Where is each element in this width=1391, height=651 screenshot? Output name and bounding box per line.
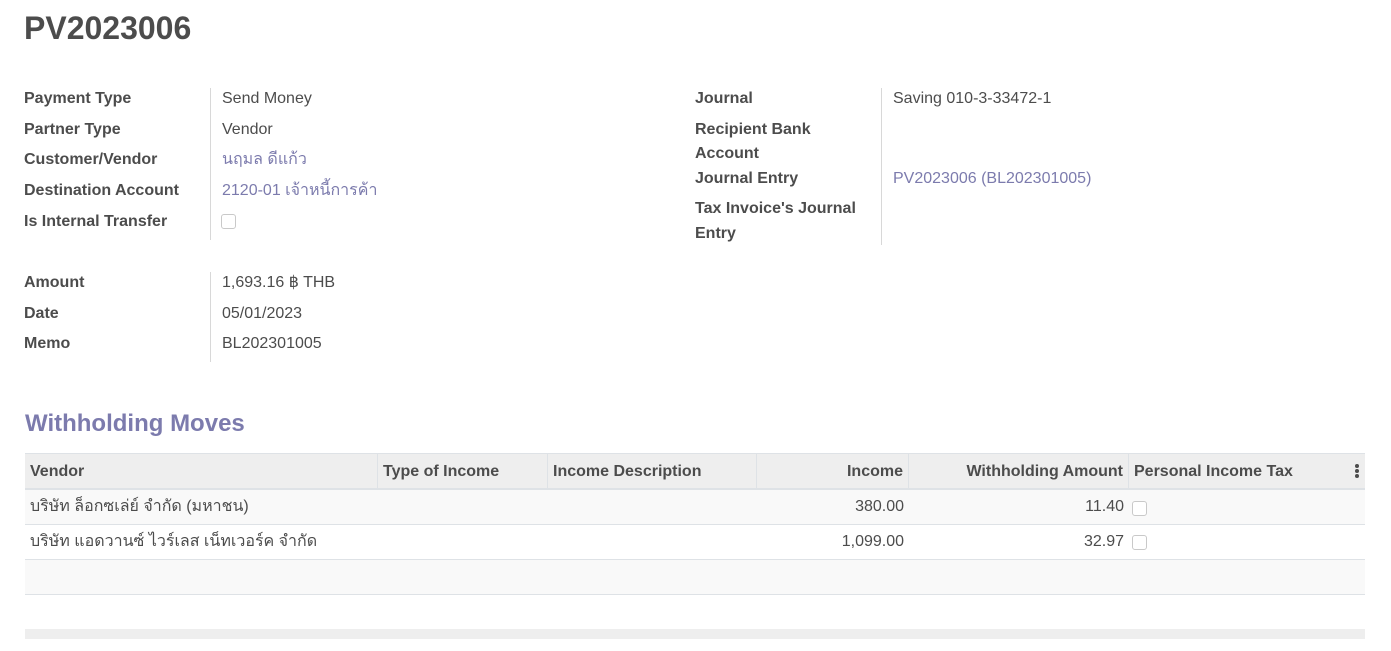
- column-header-type-of-income[interactable]: Type of Income: [378, 454, 548, 489]
- cell-withholding-amount[interactable]: 11.40: [909, 490, 1129, 524]
- table-row[interactable]: บริษัท ล็อกซเล่ย์ จำกัด (มหาชน) 380.00 1…: [25, 490, 1365, 525]
- table-row-empty: [25, 595, 1365, 630]
- destination-account-label: Destination Account: [24, 182, 179, 199]
- cell-withholding-amount[interactable]: 32.97: [909, 525, 1129, 559]
- journal-value[interactable]: Saving 010-3-33472-1: [893, 87, 1051, 111]
- is-internal-transfer-checkbox[interactable]: [221, 214, 236, 229]
- cell-type-of-income[interactable]: [378, 490, 548, 524]
- customer-vendor-link[interactable]: นฤมล ดีแก้ว: [222, 148, 307, 172]
- memo-label: Memo: [24, 335, 71, 352]
- journal-label: Journal: [695, 90, 753, 107]
- group-divider: [881, 88, 882, 245]
- column-header-personal-income-tax[interactable]: Personal Income Tax: [1129, 454, 1365, 489]
- table-row-empty: [25, 560, 1365, 595]
- payment-type-label: Payment Type: [24, 90, 132, 107]
- recipient-bank-account-label-2: Account: [695, 145, 759, 162]
- cell-income[interactable]: 1,099.00: [757, 525, 909, 559]
- table-row[interactable]: บริษัท แอดวานซ์ ไวร์เลส เน็ทเวอร์ค จำกัด…: [25, 525, 1365, 560]
- cell-income-description[interactable]: [548, 490, 757, 524]
- destination-account-link[interactable]: 2120-01 เจ้าหนี้การค้า: [222, 179, 377, 203]
- cell-type-of-income[interactable]: [378, 525, 548, 559]
- amount-label: Amount: [24, 274, 85, 291]
- personal-income-tax-checkbox[interactable]: [1132, 535, 1147, 550]
- recipient-bank-account-label-1: Recipient Bank: [695, 121, 811, 138]
- journal-entry-link[interactable]: PV2023006 (BL202301005): [893, 167, 1091, 191]
- date-label: Date: [24, 305, 59, 322]
- column-header-vendor[interactable]: Vendor: [25, 454, 378, 489]
- personal-income-tax-checkbox[interactable]: [1132, 501, 1147, 516]
- cell-vendor[interactable]: บริษัท แอดวานซ์ ไวร์เลส เน็ทเวอร์ค จำกัด: [25, 525, 378, 559]
- withholding-moves-title: Withholding Moves: [25, 410, 245, 437]
- amount-value[interactable]: 1,693.16 ฿ THB: [222, 271, 335, 295]
- cell-income[interactable]: 380.00: [757, 490, 909, 524]
- page-title: PV2023006: [24, 10, 192, 46]
- column-header-income[interactable]: Income: [757, 454, 909, 489]
- column-header-income-description[interactable]: Income Description: [548, 454, 757, 489]
- tax-invoice-journal-entry-label-1: Tax Invoice's Journal: [695, 200, 856, 217]
- tax-invoice-journal-entry-label-2: Entry: [695, 225, 736, 242]
- journal-entry-label: Journal Entry: [695, 170, 799, 187]
- group-divider: [210, 272, 211, 362]
- date-value[interactable]: 05/01/2023: [222, 302, 302, 326]
- customer-vendor-label: Customer/Vendor: [24, 151, 158, 168]
- column-header-withholding-amount[interactable]: Withholding Amount: [909, 454, 1129, 489]
- cell-vendor[interactable]: บริษัท ล็อกซเล่ย์ จำกัด (มหาชน): [25, 490, 378, 524]
- partner-type-value[interactable]: Vendor: [222, 118, 273, 142]
- table-footer: [25, 629, 1365, 639]
- group-divider: [210, 88, 211, 240]
- table-header: Vendor Type of Income Income Description…: [25, 453, 1365, 490]
- memo-value[interactable]: BL202301005: [222, 332, 322, 356]
- payment-type-value[interactable]: Send Money: [222, 87, 312, 111]
- partner-type-label: Partner Type: [24, 121, 121, 138]
- kebab-vertical-icon[interactable]: [1355, 464, 1359, 478]
- cell-income-description[interactable]: [548, 525, 757, 559]
- is-internal-transfer-label: Is Internal Transfer: [24, 213, 168, 230]
